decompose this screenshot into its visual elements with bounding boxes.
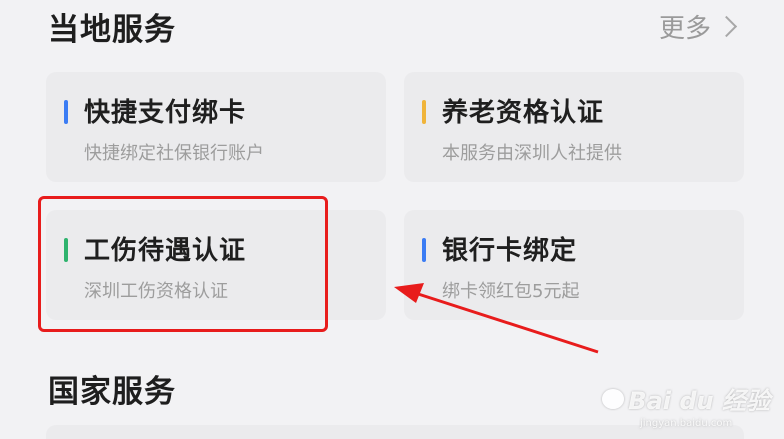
national-services-title: 国家服务 bbox=[48, 374, 176, 410]
watermark: Bai du 经验 jingyan.baidu.com bbox=[602, 381, 770, 429]
arrow-shaft bbox=[411, 290, 599, 354]
watermark-url: jingyan.baidu.com bbox=[640, 418, 733, 429]
paw-logo-icon bbox=[602, 388, 625, 409]
watermark-brand: Bai du 经验 bbox=[628, 387, 770, 415]
arrow-head bbox=[394, 283, 424, 303]
